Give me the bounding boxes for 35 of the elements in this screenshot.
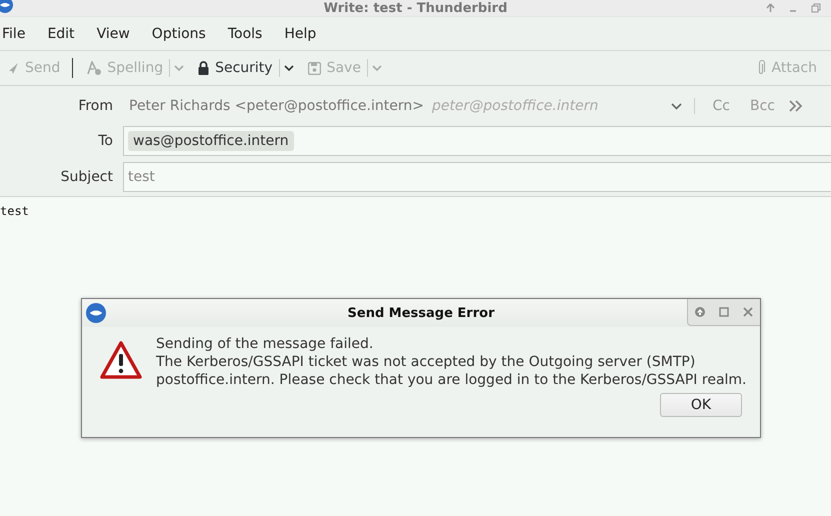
menu-item[interactable]: View (96, 26, 152, 42)
error-message-text: The Kerberos/GSSAPI ticket was not accepted by the Outgoing server (SMTP) (156, 353, 696, 371)
close-icon[interactable] (743, 307, 753, 317)
to-field[interactable]: was@postoffice.intern (123, 126, 831, 156)
send-icon (8, 62, 19, 74)
arrow-up-icon[interactable] (766, 3, 775, 13)
lock-icon (198, 61, 210, 75)
window-title: Write: test - Thunderbird (324, 0, 508, 16)
spelling-icon (87, 61, 102, 75)
menu-item[interactable]: Help (284, 26, 338, 42)
arrow-up-icon[interactable] (695, 307, 705, 317)
ok-button[interactable]: OK (660, 393, 742, 417)
dropdown-caret-icon[interactable] (284, 65, 294, 71)
menu-item[interactable]: File (2, 26, 48, 42)
double-chevron-icon[interactable] (789, 100, 803, 112)
identity-text[interactable]: Peter Richards <peter@postoffice.intern> (129, 98, 424, 114)
restore-icon[interactable] (811, 3, 821, 13)
address-text: peter@postoffice.intern (432, 98, 598, 114)
from-label: From (77, 98, 114, 114)
subject-label: Subject (60, 169, 114, 185)
error-message-text: Sending of the message failed. (156, 335, 374, 353)
warning-icon (100, 341, 142, 379)
to-label: To (97, 133, 114, 149)
error-message-text: postoffice.intern. Please check that you are logged in to the Kerberos/GSSAPI realm. (156, 371, 747, 389)
recipient-pill[interactable]: was@postoffice.intern (128, 131, 294, 151)
menu-item[interactable]: Tools (228, 26, 284, 42)
message-body-text: test (0, 204, 29, 218)
maximize-icon[interactable] (719, 307, 729, 317)
save-icon (308, 62, 321, 74)
menu-item[interactable]: Options (152, 26, 228, 42)
dialog-title: Send Message Error (348, 306, 494, 320)
toolbar-button[interactable]: Security (194, 60, 277, 76)
paperclip-icon (758, 60, 766, 76)
menu-item[interactable]: Edit (47, 26, 97, 42)
dropdown-caret-icon[interactable] (670, 102, 682, 110)
